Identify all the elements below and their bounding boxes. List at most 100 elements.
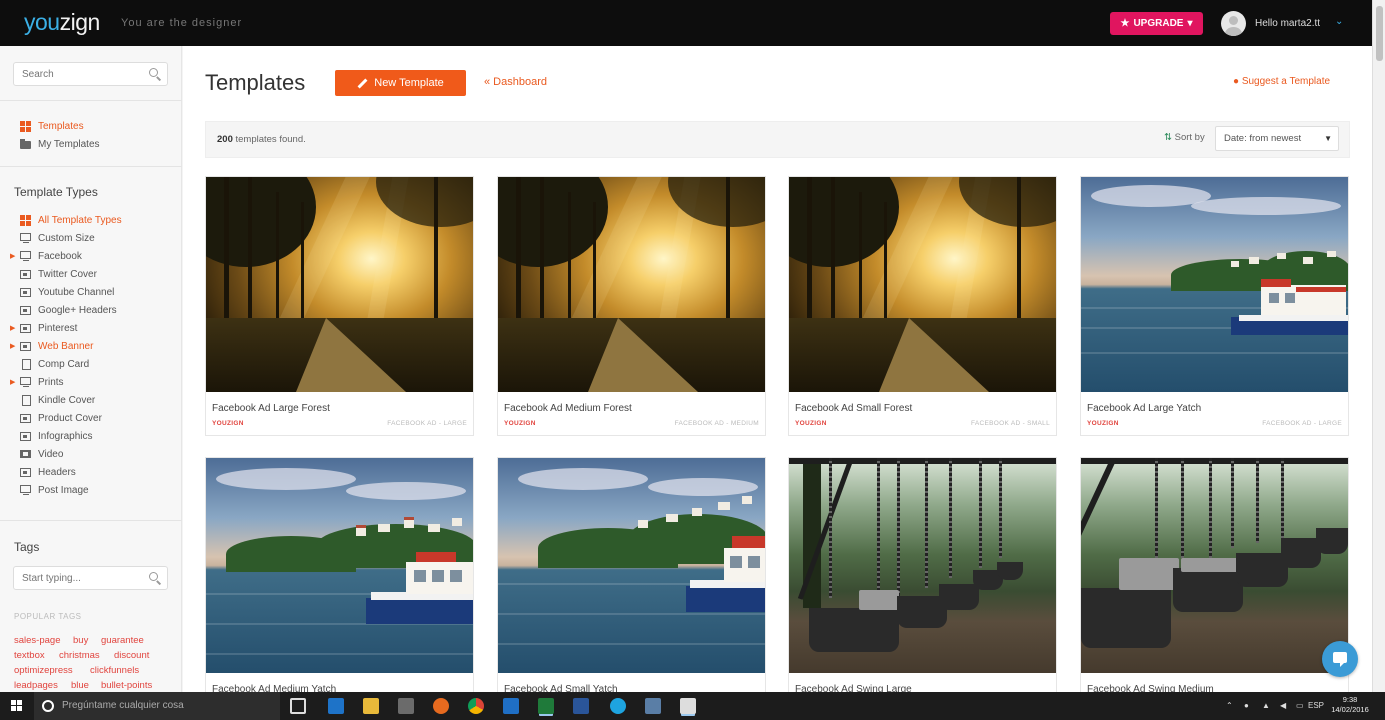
sidebar-item-video[interactable]: Video	[20, 447, 63, 461]
sidebar-item-infographics[interactable]: Infographics	[20, 429, 92, 443]
template-thumbnail[interactable]	[498, 177, 765, 392]
search-icon[interactable]	[149, 572, 161, 584]
sidebar-item-headers[interactable]: Headers	[20, 465, 76, 479]
skype-icon[interactable]	[610, 698, 626, 714]
template-card[interactable]: Facebook Ad Medium Yatch	[205, 457, 474, 692]
popular-tags-title: POPULAR TAGS	[14, 612, 82, 621]
cortana-icon	[42, 700, 54, 712]
user-menu-chevron-icon[interactable]: ⌄	[1335, 16, 1343, 27]
sidebar-item-prints[interactable]: Prints	[20, 375, 64, 389]
sidebar-item-youtube-channel[interactable]: Youtube Channel	[20, 285, 114, 299]
template-thumbnail[interactable]	[206, 458, 473, 673]
volume-icon[interactable]: ◀	[1280, 701, 1286, 710]
new-template-button[interactable]: New Template	[335, 70, 466, 96]
people-icon[interactable]: ●	[1244, 701, 1249, 710]
template-card[interactable]: Facebook Ad Small Yatch	[497, 457, 766, 692]
template-thumbnail[interactable]	[206, 177, 473, 392]
tag-link[interactable]: sales-page	[14, 635, 60, 646]
template-title[interactable]: Facebook Ad Small Yatch	[504, 684, 618, 692]
sidebar-item-comp-card[interactable]: Comp Card	[20, 357, 89, 371]
template-thumbnail[interactable]	[498, 458, 765, 673]
network-icon[interactable]: ▲	[1262, 701, 1270, 710]
tray-chevron-icon[interactable]: ⌃	[1226, 701, 1233, 710]
grid-icon	[20, 214, 32, 226]
sidebar-item-facebook[interactable]: Facebook	[20, 249, 82, 263]
template-title[interactable]: Facebook Ad Swing Medium	[1087, 684, 1214, 692]
search-icon[interactable]	[149, 68, 161, 80]
upgrade-button[interactable]: ★ UPGRADE ▾	[1110, 12, 1203, 35]
excel-icon[interactable]	[538, 698, 554, 714]
expand-caret-icon[interactable]: ▶	[10, 342, 15, 350]
tag-link[interactable]: guarantee	[101, 635, 144, 646]
screen-recorder-icon[interactable]	[680, 698, 696, 714]
windows-start-button[interactable]	[0, 692, 34, 720]
store-icon[interactable]	[398, 698, 414, 714]
expand-caret-icon[interactable]: ▶	[10, 252, 15, 260]
picture-icon	[20, 467, 32, 478]
edge-icon[interactable]	[328, 698, 344, 714]
tag-link[interactable]: optimizepress	[14, 665, 73, 676]
language-indicator[interactable]: ESP	[1308, 701, 1324, 710]
word-icon[interactable]	[573, 698, 589, 714]
taskbar-search-box[interactable]: Pregúntame cualquier cosa	[34, 692, 280, 720]
youzign-logo[interactable]: youzign	[24, 9, 100, 36]
chrome-icon[interactable]	[468, 698, 484, 714]
template-card[interactable]: Facebook Ad Large Yatch YOUZIGN FACEBOOK…	[1080, 176, 1349, 436]
tag-link[interactable]: discount	[114, 650, 149, 661]
scrollbar-thumb[interactable]	[1376, 6, 1383, 61]
template-thumbnail[interactable]	[1081, 458, 1348, 673]
action-center-icon[interactable]: ▭	[1296, 701, 1304, 710]
template-title[interactable]: Facebook Ad Large Forest	[212, 403, 330, 414]
sidebar-item-web-banner[interactable]: Web Banner	[20, 339, 93, 353]
tag-link[interactable]: bullet-points	[101, 680, 152, 691]
template-thumbnail[interactable]	[1081, 177, 1348, 392]
pencil-icon	[357, 78, 368, 88]
template-title[interactable]: Facebook Ad Medium Yatch	[212, 684, 336, 692]
template-title[interactable]: Facebook Ad Small Forest	[795, 403, 912, 414]
sidebar-item-my-templates[interactable]: My Templates	[20, 137, 100, 151]
template-title[interactable]: Facebook Ad Medium Forest	[504, 403, 632, 414]
monitor-icon	[20, 232, 32, 244]
expand-caret-icon[interactable]: ▶	[10, 378, 15, 386]
sidebar-item-twitter-cover[interactable]: Twitter Cover	[20, 267, 97, 281]
user-greeting[interactable]: Hello marta2.tt	[1255, 18, 1320, 29]
template-thumbnail[interactable]	[789, 458, 1056, 673]
sidebar-search-input[interactable]	[13, 62, 168, 86]
expand-caret-icon[interactable]: ▶	[10, 324, 15, 332]
template-card[interactable]: Facebook Ad Medium Forest YOUZIGN FACEBO…	[497, 176, 766, 436]
tag-link[interactable]: clickfunnels	[90, 665, 139, 676]
page-scrollbar[interactable]	[1372, 0, 1385, 692]
tag-link[interactable]: blue	[71, 680, 89, 691]
chat-bubble-button[interactable]	[1322, 641, 1358, 677]
sidebar-item-templates[interactable]: Templates	[20, 119, 84, 133]
sidebar-item-google-headers[interactable]: Google+ Headers	[20, 303, 117, 317]
template-card[interactable]: Facebook Ad Small Forest YOUZIGN FACEBOO…	[788, 176, 1057, 436]
task-view-icon[interactable]	[290, 698, 306, 714]
tags-input[interactable]	[13, 566, 168, 590]
sidebar-item-custom-size[interactable]: Custom Size	[20, 231, 95, 245]
template-thumbnail[interactable]	[789, 177, 1056, 392]
tag-link[interactable]: buy	[73, 635, 88, 646]
template-title[interactable]: Facebook Ad Swing Large	[795, 684, 912, 692]
file-explorer-icon[interactable]	[363, 698, 379, 714]
sidebar-item-kindle-cover[interactable]: Kindle Cover	[20, 393, 95, 407]
tag-link[interactable]: textbox	[14, 650, 45, 661]
template-card[interactable]: Facebook Ad Swing Large	[788, 457, 1057, 692]
dashboard-link[interactable]: « Dashboard	[484, 76, 547, 88]
app-icon[interactable]	[645, 698, 661, 714]
sidebar-item-product-cover[interactable]: Product Cover	[20, 411, 102, 425]
taskbar-clock[interactable]: 9:38 14/02/2016	[1330, 695, 1370, 715]
sidebar-item-post-image[interactable]: Post Image	[20, 483, 89, 497]
template-card[interactable]: Facebook Ad Large Forest YOUZIGN FACEBOO…	[205, 176, 474, 436]
suggest-template-link[interactable]: ● Suggest a Template	[1233, 76, 1330, 87]
outlook-icon[interactable]	[503, 698, 519, 714]
template-title[interactable]: Facebook Ad Large Yatch	[1087, 403, 1201, 414]
sidebar-item-pinterest[interactable]: Pinterest	[20, 321, 77, 335]
template-card[interactable]: Facebook Ad Swing Medium	[1080, 457, 1349, 692]
tag-link[interactable]: christmas	[59, 650, 100, 661]
sort-select[interactable]: Date: from newest ▼	[1215, 126, 1339, 151]
tag-link[interactable]: leadpages	[14, 680, 58, 691]
avatar[interactable]	[1221, 11, 1246, 36]
sidebar-item-all-template-types[interactable]: All Template Types	[20, 213, 122, 227]
firefox-icon[interactable]	[433, 698, 449, 714]
